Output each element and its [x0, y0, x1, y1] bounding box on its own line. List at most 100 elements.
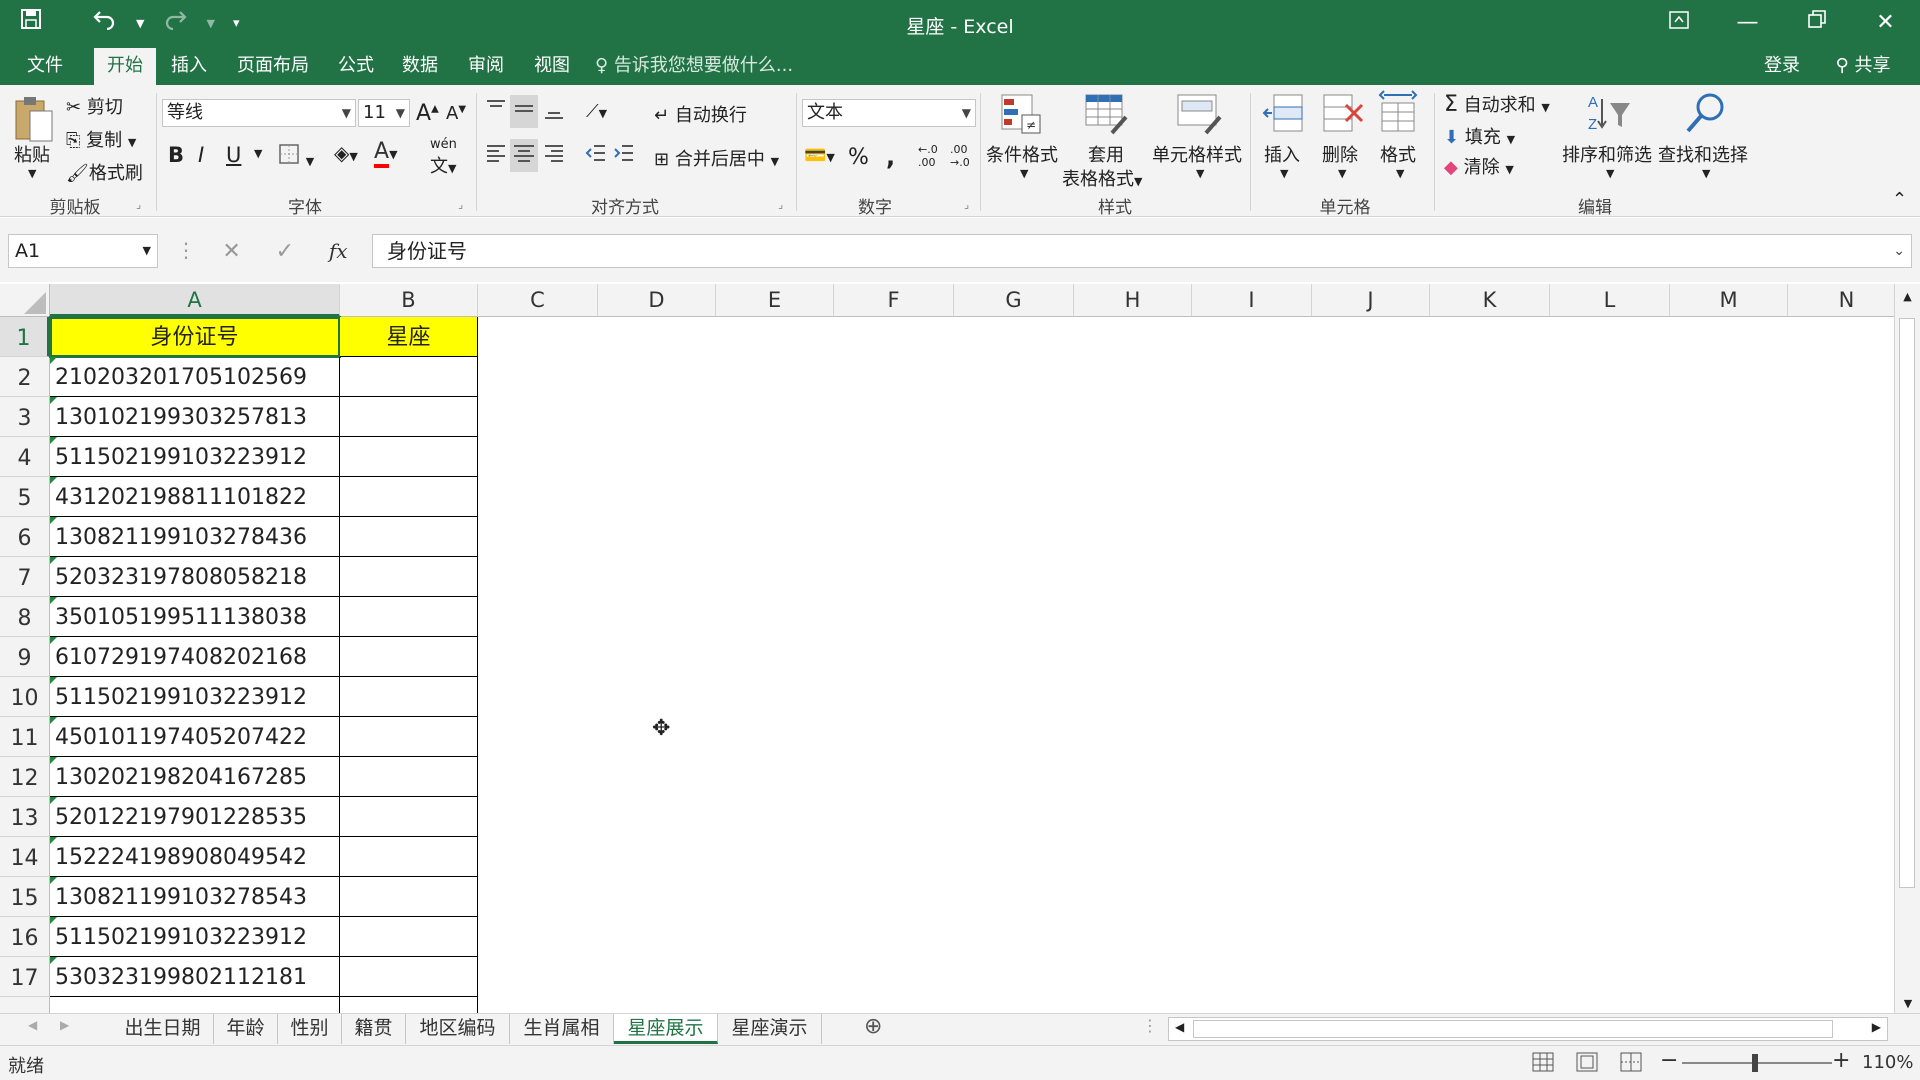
sort-filter-label[interactable]: 排序和筛选	[1562, 141, 1652, 167]
cell-a7[interactable]: 520323197808058218	[50, 557, 340, 597]
row-header-6[interactable]: 6	[0, 517, 50, 557]
fill-color-button[interactable]: ◈▼	[334, 141, 358, 165]
zoom-out-icon[interactable]: −	[1660, 1048, 1678, 1073]
confirm-entry-icon[interactable]: ✓	[276, 239, 294, 264]
cut-button[interactable]: ✂ 剪切	[66, 93, 123, 119]
clear-button[interactable]: ◆ 清除 ▼	[1444, 153, 1514, 179]
cell-a17[interactable]: 530323199802112181	[50, 957, 340, 997]
row-header-7[interactable]: 7	[0, 557, 50, 597]
font-color-button[interactable]: A▼	[374, 139, 398, 168]
font-launcher-icon[interactable]: ⌟	[458, 198, 463, 211]
tab-data[interactable]: 数据	[392, 48, 448, 85]
increase-indent-icon[interactable]	[612, 141, 636, 170]
collapse-ribbon-icon[interactable]: ⌃	[1892, 189, 1907, 210]
expand-formula-bar-icon[interactable]: ⌄	[1893, 235, 1905, 267]
row-header-15[interactable]: 15	[0, 877, 50, 917]
sheet-tab[interactable]: 出生日期	[112, 1014, 214, 1044]
decrease-font-icon[interactable]: A▼	[446, 103, 466, 124]
column-header-g[interactable]: G	[954, 284, 1074, 317]
cell-b5[interactable]	[340, 477, 478, 517]
tab-view[interactable]: 视图	[524, 48, 580, 85]
cell-b4[interactable]	[340, 437, 478, 477]
row-header-8[interactable]: 8	[0, 597, 50, 637]
close-icon[interactable]: ✕	[1851, 0, 1920, 48]
increase-decimal-icon[interactable]: ←.0.00	[918, 143, 938, 169]
insert-dropdown-icon[interactable]: ▼	[1280, 167, 1288, 180]
align-center-icon[interactable]	[510, 139, 538, 172]
column-header-e[interactable]: E	[716, 284, 834, 317]
cell-b8[interactable]	[340, 597, 478, 637]
row-header-5[interactable]: 5	[0, 477, 50, 517]
delete-cells-icon[interactable]	[1320, 91, 1364, 140]
cell-a5[interactable]: 431202198811101822	[50, 477, 340, 517]
conditional-format-icon[interactable]: ≠	[998, 91, 1042, 140]
formula-input[interactable]: 身份证号 ⌄	[372, 234, 1912, 268]
format-dropdown-icon[interactable]: ▼	[1396, 167, 1404, 180]
cell-styles-dropdown-icon[interactable]: ▼	[1196, 167, 1204, 180]
percent-button[interactable]: %	[848, 145, 869, 170]
normal-view-icon[interactable]	[1532, 1052, 1554, 1077]
number-launcher-icon[interactable]: ⌟	[964, 198, 969, 211]
cell-a14[interactable]: 152224198908049542	[50, 837, 340, 877]
column-header-b[interactable]: B	[340, 284, 478, 317]
tab-insert[interactable]: 插入	[160, 48, 218, 85]
sheet-tab[interactable]: 籍贯	[342, 1014, 406, 1044]
cell-a8[interactable]: 350105199511138038	[50, 597, 340, 637]
cell-b1[interactable]: 星座	[340, 317, 478, 357]
cell-b10[interactable]	[340, 677, 478, 717]
row-header-9[interactable]: 9	[0, 637, 50, 677]
cell-b2[interactable]	[340, 357, 478, 397]
column-header-h[interactable]: H	[1074, 284, 1192, 317]
format-as-table-label-1[interactable]: 套用	[1088, 141, 1124, 167]
sheet-tab[interactable]: 生肖属相	[510, 1014, 614, 1044]
restore-icon[interactable]	[1782, 0, 1851, 48]
conditional-format-dropdown-icon[interactable]: ▼	[1020, 167, 1028, 180]
autosum-button[interactable]: Σ 自动求和 ▼	[1444, 91, 1550, 117]
row-header-2[interactable]: 2	[0, 357, 50, 397]
column-header-f[interactable]: F	[834, 284, 954, 317]
orientation-button[interactable]: ⟋▼	[586, 101, 607, 122]
paste-dropdown-icon[interactable]: ▼	[28, 167, 36, 180]
sheet-scroll-right-icon[interactable]: ▶	[60, 1018, 69, 1032]
select-all-button[interactable]	[0, 284, 50, 317]
horizontal-scrollbar[interactable]: ◀ ▶	[1168, 1017, 1888, 1041]
tab-file[interactable]: 文件	[14, 48, 76, 85]
row-header-14[interactable]: 14	[0, 837, 50, 877]
italic-button[interactable]: I	[198, 143, 204, 167]
column-header-d[interactable]: D	[598, 284, 716, 317]
sheet-tab[interactable]: 地区编码	[406, 1014, 510, 1044]
bold-button[interactable]: B	[168, 143, 184, 167]
column-header-i[interactable]: I	[1192, 284, 1312, 317]
cell-a1[interactable]: 身份证号	[49, 316, 341, 358]
font-name-select[interactable]: 等线 ▼	[162, 99, 356, 127]
tab-page-layout[interactable]: 页面布局	[228, 48, 318, 85]
column-header-j[interactable]: J	[1312, 284, 1430, 317]
worksheet-grid[interactable]: ABCDEFGHIJKLMN 1 2 3 4 5 6 7 8 9 10 11 12 13 14 15 16 17…	[0, 284, 1920, 1013]
cell-a9[interactable]: 610729197408202168	[50, 637, 340, 677]
find-select-icon[interactable]	[1682, 91, 1728, 142]
column-header-l[interactable]: L	[1550, 284, 1670, 317]
row-header-11[interactable]: 11	[0, 717, 50, 757]
page-break-view-icon[interactable]	[1620, 1052, 1642, 1077]
name-box-dropdown-icon[interactable]: ▼	[143, 235, 151, 267]
cell-a-partial[interactable]	[50, 997, 340, 1013]
find-select-label[interactable]: 查找和选择	[1658, 141, 1748, 167]
font-size-select[interactable]: 11 ▼	[358, 99, 410, 127]
phonetic-guide-button[interactable]: wén 文▼	[430, 137, 457, 178]
cell-a4[interactable]: 511502199103223912	[50, 437, 340, 477]
cell-a2[interactable]: 210203201705102569	[50, 357, 340, 397]
sort-filter-icon[interactable]: AZ	[1586, 91, 1632, 140]
accounting-format-button[interactable]: 💳▼	[804, 145, 835, 166]
delete-dropdown-icon[interactable]: ▼	[1338, 167, 1346, 180]
cell-b12[interactable]	[340, 757, 478, 797]
column-header-k[interactable]: K	[1430, 284, 1550, 317]
sheet-tab[interactable]: 性别	[278, 1014, 342, 1044]
cell-b17[interactable]	[340, 957, 478, 997]
insert-function-icon[interactable]: fx	[329, 239, 348, 263]
cell-styles-icon[interactable]	[1176, 91, 1222, 140]
copy-button[interactable]: ⎘ 复制 ▼	[66, 126, 136, 152]
row-header-partial[interactable]	[0, 997, 50, 1013]
align-top-icon[interactable]	[484, 97, 508, 126]
login-link[interactable]: 登录	[1752, 48, 1812, 85]
tab-split-grip-icon[interactable]: ⋮	[1142, 1016, 1158, 1035]
